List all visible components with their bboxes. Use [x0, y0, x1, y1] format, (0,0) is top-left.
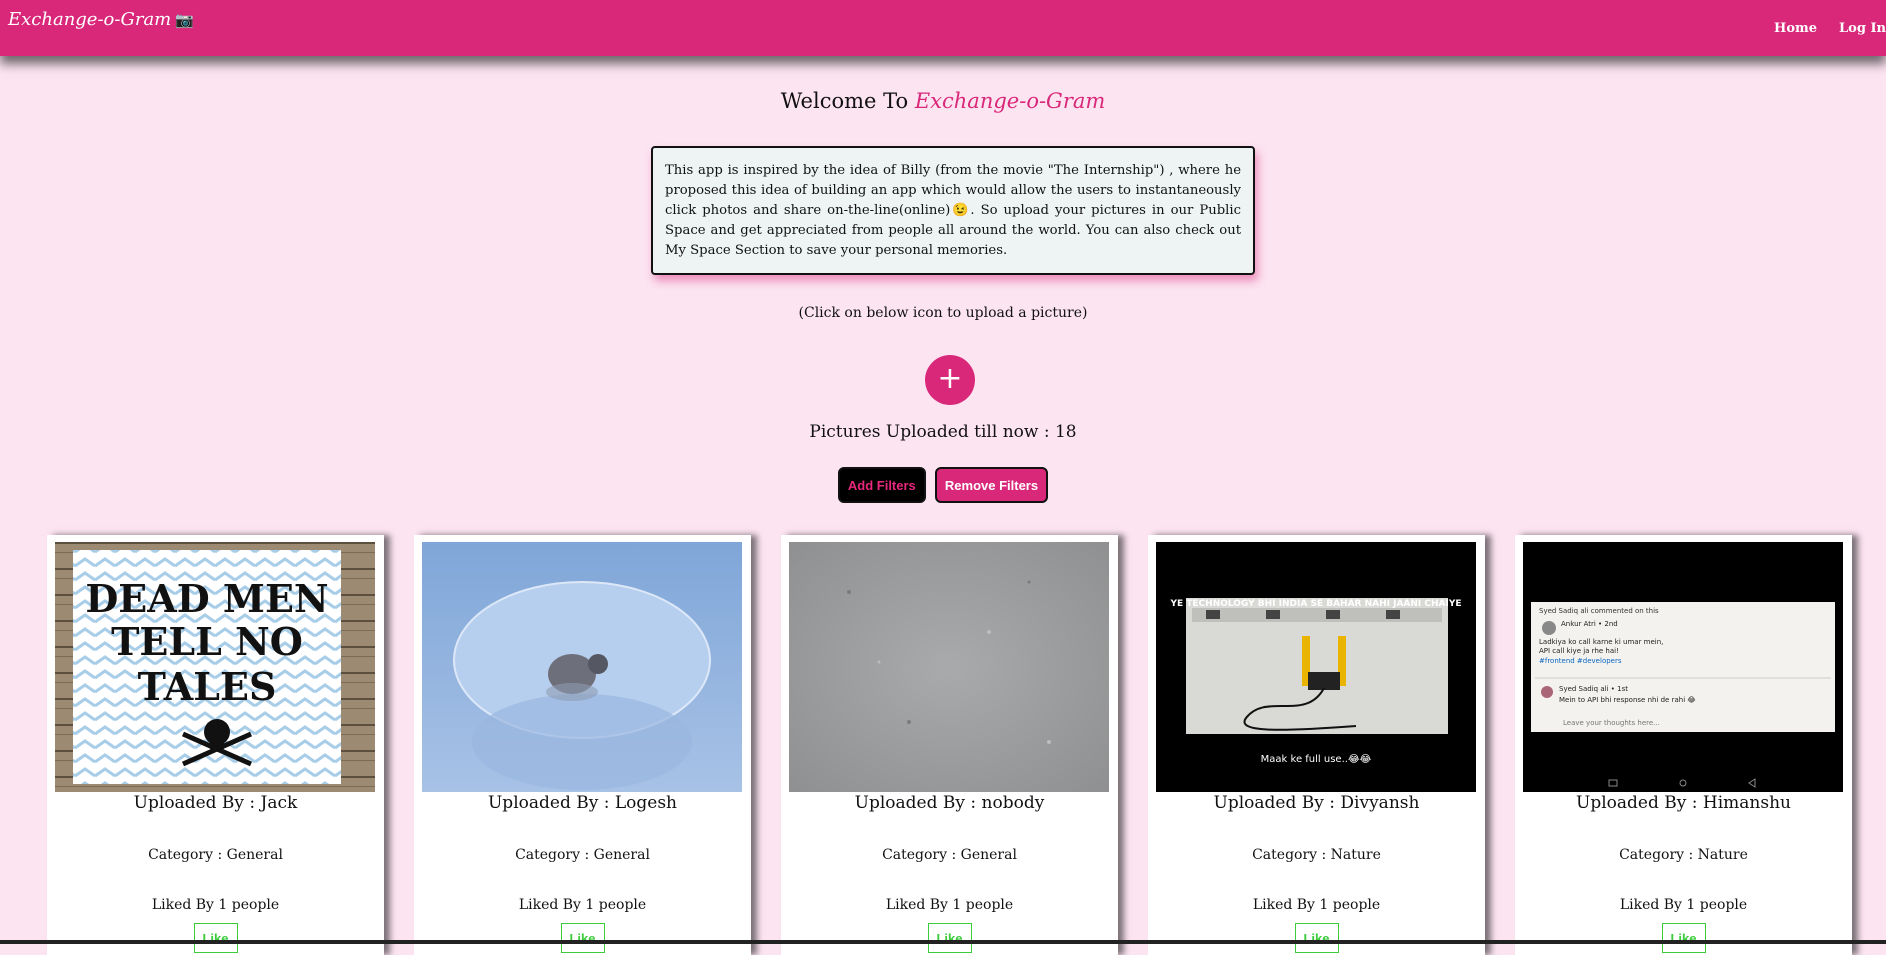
welcome-app-name: Exchange-o-Gram	[914, 89, 1106, 113]
social-screenshot-image: Syed Sadiq ali commented on this Ankur A…	[1523, 542, 1843, 792]
category-text: Category : Nature	[1619, 847, 1748, 863]
camera-icon: 📷	[175, 11, 194, 29]
category-text: Category : General	[515, 847, 650, 863]
bird-bubble-image	[422, 542, 742, 792]
like-button[interactable]: Like	[560, 923, 605, 953]
likes-text: Liked By 1 people	[518, 897, 647, 913]
pictures-count: Pictures Uploaded till now : 18	[809, 422, 1077, 442]
ss-input: Leave your thoughts here...	[1563, 719, 1660, 727]
poster-line-3: TALES	[138, 664, 277, 709]
pirate-poster-image: DEAD MEN TELL NO TALES	[55, 542, 375, 792]
charger-meme-image: YE TECHNOLOGY BHI INDIA SE BAHAR NAHI JA…	[1156, 542, 1476, 792]
intro-text: This app is inspired by the idea of Bill…	[665, 163, 1241, 258]
welcome-prefix: Welcome To	[780, 89, 909, 113]
card-image[interactable]: Syed Sadiq ali commented on this Ankur A…	[1523, 542, 1843, 792]
upload-hint: (Click on below icon to upload a picture…	[798, 305, 1088, 321]
upload-plus-button[interactable]: +	[925, 355, 975, 405]
uploader-text: Uploaded By : Logesh	[487, 793, 678, 813]
card-image[interactable]	[422, 542, 742, 792]
meme-caption-top: YE TECHNOLOGY BHI INDIA SE BAHAR NAHI JA…	[1169, 599, 1461, 609]
poster-line-1: DEAD MEN	[85, 576, 328, 621]
like-button[interactable]: Like	[1661, 923, 1706, 953]
ss-author: Ankur Atri • 2nd	[1561, 620, 1618, 628]
like-button[interactable]: Like	[193, 923, 238, 953]
picture-card: Uploaded By : Logesh Category : General …	[414, 535, 751, 955]
ss-tags: #frontend #developers	[1539, 657, 1622, 665]
likes-text: Liked By 1 people	[1619, 897, 1748, 913]
picture-card: DEAD MEN TELL NO TALES Uploaded By : Jac…	[47, 535, 384, 955]
brand-name[interactable]: Exchange-o-Gram	[8, 9, 171, 30]
nav-links: Home Log In	[1752, 17, 1886, 36]
ss-reply-author: Syed Sadiq ali • 1st	[1559, 685, 1628, 693]
picture-card: Uploaded By : nobody Category : General …	[781, 535, 1118, 955]
ss-header: Syed Sadiq ali commented on this	[1539, 607, 1659, 615]
remove-filters-button[interactable]: Remove Filters	[934, 467, 1049, 503]
welcome-heading: Welcome To Exchange-o-Gram	[0, 89, 1886, 113]
navbar: Exchange-o-Gram 📷 Home Log In	[0, 0, 1886, 56]
likes-text: Liked By 1 people	[1252, 897, 1381, 913]
category-text: Category : Nature	[1252, 847, 1381, 863]
nav-login-link[interactable]: Log In	[1839, 21, 1886, 36]
uploader-text: Uploaded By : Divyansh	[1213, 793, 1420, 813]
category-text: Category : General	[882, 847, 1017, 863]
card-image[interactable]: YE TECHNOLOGY BHI INDIA SE BAHAR NAHI JA…	[1156, 542, 1476, 792]
uploader-text: Uploaded By : Himanshu	[1576, 793, 1791, 813]
card-image[interactable]	[789, 542, 1109, 792]
intro-box: This app is inspired by the idea of Bill…	[651, 146, 1255, 275]
likes-text: Liked By 1 people	[885, 897, 1014, 913]
picture-card: Syed Sadiq ali commented on this Ankur A…	[1515, 535, 1852, 955]
uploader-text: Uploaded By : nobody	[854, 793, 1045, 813]
nav-home-link[interactable]: Home	[1774, 21, 1817, 36]
like-button[interactable]: Like	[927, 923, 972, 953]
like-button[interactable]: Like	[1294, 923, 1339, 953]
bottom-divider	[0, 940, 1886, 944]
filter-buttons: Add Filters Remove Filters	[0, 467, 1886, 503]
card-image[interactable]: DEAD MEN TELL NO TALES	[55, 542, 375, 792]
brand[interactable]: Exchange-o-Gram 📷	[8, 9, 194, 30]
ss-line-2: API call kiye ja rhe hai!	[1539, 647, 1619, 655]
ss-reply: Mein to API bhi response nhi de rahi 😂	[1559, 696, 1696, 704]
meme-caption-bottom: Maak ke full use..😂😂	[1261, 754, 1372, 765]
grey-texture-image	[789, 542, 1109, 792]
poster-line-2: TELL NO	[111, 619, 303, 664]
category-text: Category : General	[148, 847, 283, 863]
ss-line-1: Ladkiya ko call karne ki umar mein,	[1539, 638, 1663, 646]
add-filters-button[interactable]: Add Filters	[837, 467, 926, 503]
likes-text: Liked By 1 people	[151, 897, 280, 913]
picture-card: YE TECHNOLOGY BHI INDIA SE BAHAR NAHI JA…	[1148, 535, 1485, 955]
uploader-text: Uploaded By : Jack	[133, 793, 298, 813]
